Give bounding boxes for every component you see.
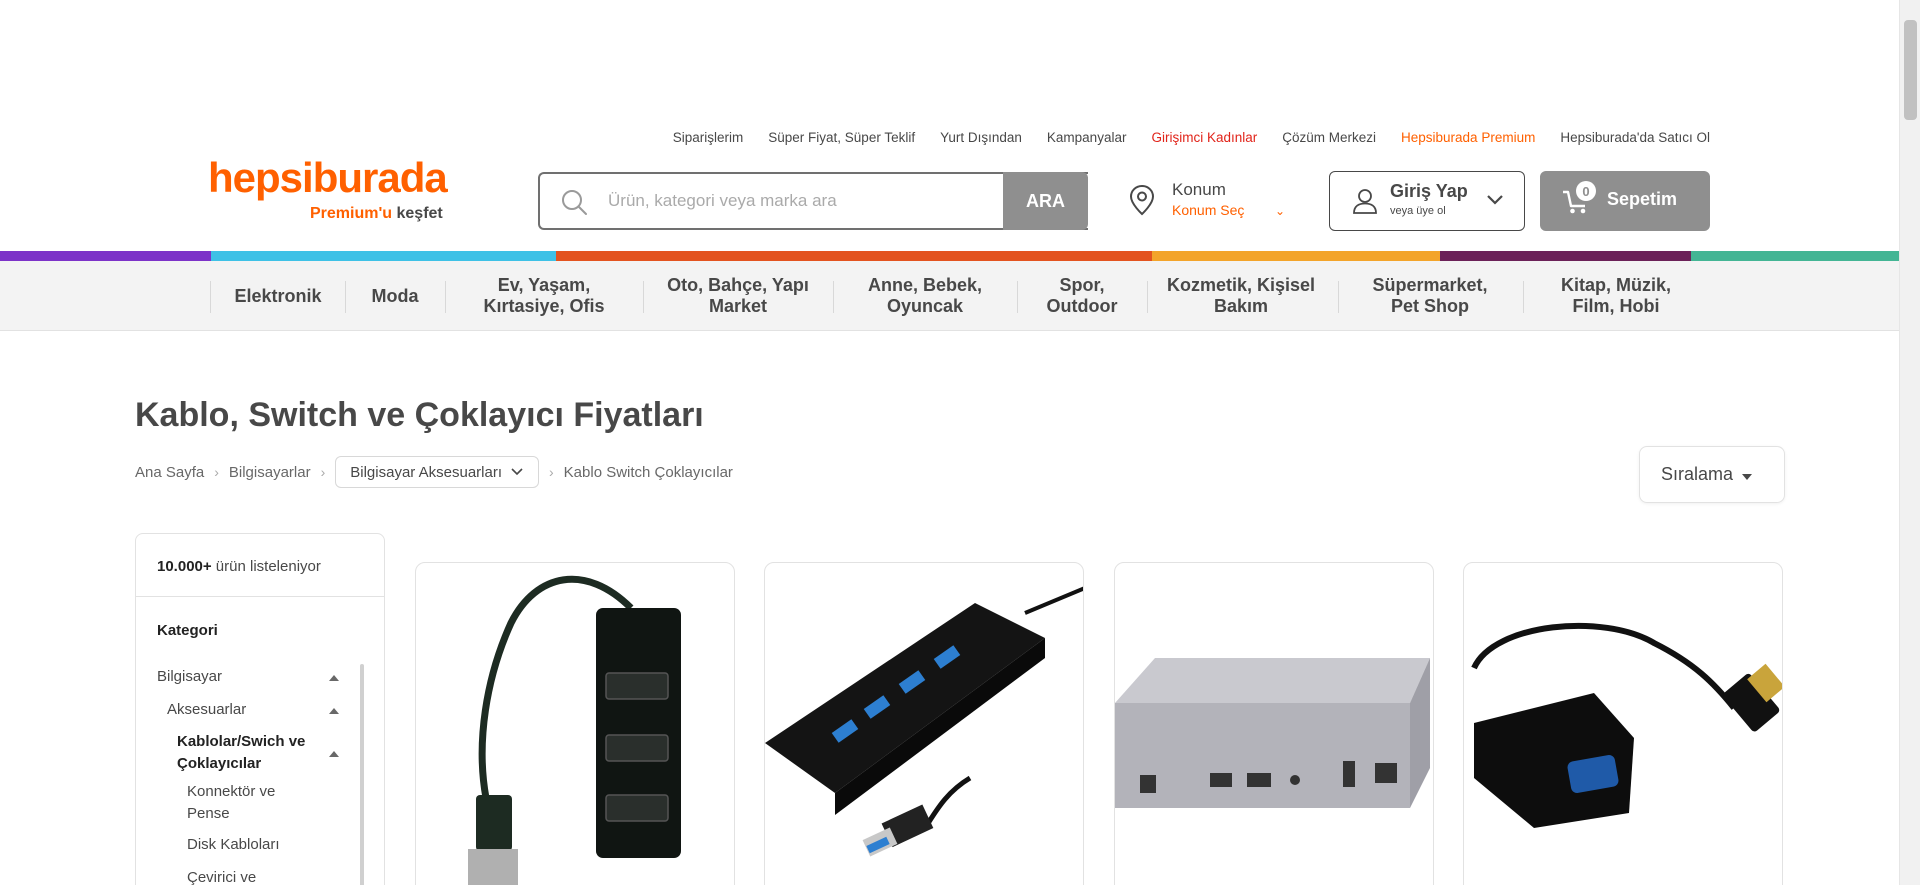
sort-dropdown[interactable]: Sıralama [1639, 446, 1785, 503]
result-count-number: 10.000+ [157, 558, 212, 575]
nav-divider [1338, 281, 1339, 313]
location-pin-icon [1129, 184, 1155, 216]
nav-item-supermarket[interactable]: Süpermarket, Pet Shop [1360, 261, 1500, 331]
product-image-usb3-hub [765, 586, 1083, 857]
top-link[interactable]: Çözüm Merkezi [1282, 130, 1376, 145]
stripe-segment [1152, 251, 1440, 261]
cart-label: Sepetim [1607, 189, 1678, 209]
nav-item-moda[interactable]: Moda [350, 261, 440, 331]
scrollbar-thumb[interactable] [1904, 20, 1917, 120]
breadcrumb-current: Kablo Switch Çoklayıcılar [563, 463, 733, 481]
nav-divider [833, 281, 834, 313]
stripe-segment [211, 251, 556, 261]
nav-divider [1523, 281, 1524, 313]
result-count: 10.000+ ürün listeleniyor [157, 558, 321, 575]
caret-up-icon[interactable] [329, 708, 339, 714]
nav-item-anne-bebek[interactable]: Anne, Bebek, Oyuncak [858, 261, 992, 331]
logo-text: hepsiburada [208, 154, 448, 201]
cart-count-badge: 0 [1576, 181, 1596, 201]
nav-item-ev-yasam[interactable]: Ev, Yaşam, Kırtasiye, Ofis [465, 261, 623, 331]
cart-button[interactable]: 0 Sepetim [1540, 171, 1710, 231]
login-button[interactable]: Giriş Yap veya üye ol [1329, 171, 1525, 231]
product-card[interactable] [1114, 562, 1434, 885]
logo-tagline[interactable]: Premium'u keşfet [310, 205, 443, 223]
stripe-segment [1691, 251, 1899, 261]
category-item-cevirici[interactable]: Çevirici ve [187, 867, 256, 885]
logo-tagline-premium: Premium'u [310, 205, 393, 222]
top-link[interactable]: Hepsiburada Premium [1401, 130, 1535, 145]
nav-divider [445, 281, 446, 313]
divider [136, 596, 384, 597]
top-link[interactable]: Hepsiburada'da Satıcı Ol [1560, 130, 1710, 145]
category-item-kablolar[interactable]: Kablolar/Swich ve Çoklayıcılar [177, 731, 317, 775]
filter-sidebar: 10.000+ ürün listeleniyor Kategori Bilgi… [135, 533, 385, 885]
location-title: Konum [1172, 180, 1226, 199]
search-button[interactable]: ARA [1003, 172, 1088, 230]
hepsiburada-logo[interactable]: hepsiburada Premium'u keşfet [208, 154, 448, 223]
nav-divider [643, 281, 644, 313]
nav-item-kitap-muzik[interactable]: Kitap, Müzik, Film, Hobi [1542, 261, 1690, 331]
brand-color-stripe [0, 251, 1899, 261]
caret-down-icon [1742, 474, 1752, 480]
chevron-down-icon [1487, 195, 1503, 205]
breadcrumb: Ana Sayfa › Bilgisayarlar › Bilgisayar A… [135, 456, 733, 488]
nav-divider [1147, 281, 1148, 313]
nav-item-oto-bahce[interactable]: Oto, Bahçe, Yapı Market [660, 261, 816, 331]
product-image-kvm-extender [1115, 658, 1430, 808]
chevron-right-icon: › [549, 464, 554, 480]
top-link[interactable]: Girişimci Kadınlar [1151, 130, 1257, 145]
chevron-right-icon: › [214, 464, 219, 480]
category-filter-heading: Kategori [157, 622, 218, 639]
product-image-hdmi-vga-adapter [1471, 622, 1782, 828]
nav-divider [210, 281, 211, 313]
location-subtitle: Konum Seç [1172, 202, 1245, 218]
top-link[interactable]: Siparişlerim [673, 130, 744, 145]
product-card[interactable] [415, 562, 735, 885]
stripe-segment [1440, 251, 1691, 261]
stripe-segment [0, 251, 211, 261]
top-link[interactable]: Süper Fiyat, Süper Teklif [768, 130, 915, 145]
search-input[interactable] [608, 176, 1008, 226]
category-item-aksesuarlar[interactable]: Aksesuarlar [167, 699, 246, 721]
logo-tagline-discover: keşfet [396, 205, 443, 222]
stripe-segment [556, 251, 1152, 261]
login-title: Giriş Yap [1390, 181, 1468, 201]
top-links: Siparişlerim Süper Fiyat, Süper Teklif Yur… [648, 130, 1710, 145]
breadcrumb-dropdown[interactable]: Bilgisayar Aksesuarları [335, 456, 539, 488]
nav-item-kozmetik[interactable]: Kozmetik, Kişisel Bakım [1166, 261, 1316, 331]
result-count-text: ürün listeleniyor [211, 558, 321, 575]
top-link[interactable]: Kampanyalar [1047, 130, 1127, 145]
sidebar-scrollbar[interactable] [360, 664, 364, 885]
nav-item-spor[interactable]: Spor, Outdoor [1040, 261, 1124, 331]
product-image-usb-hub [468, 575, 681, 885]
user-icon [1353, 189, 1377, 214]
breadcrumb-dropdown-label: Bilgisayar Aksesuarları [350, 463, 502, 481]
location-selector[interactable]: Konum Konum Seç ⌄ [1128, 178, 1293, 228]
breadcrumb-computers[interactable]: Bilgisayarlar [229, 464, 311, 481]
category-item-disk-kablolari[interactable]: Disk Kabloları [187, 834, 280, 856]
nav-divider [1017, 281, 1018, 313]
nav-divider [345, 281, 346, 313]
chevron-right-icon: › [320, 464, 326, 480]
product-card[interactable] [764, 562, 1084, 885]
category-item-bilgisayar[interactable]: Bilgisayar [157, 666, 222, 688]
top-link[interactable]: Yurt Dışından [940, 130, 1022, 145]
login-subtitle: veya üye ol [1390, 205, 1446, 217]
chevron-down-icon: ⌄ [1275, 204, 1286, 218]
category-item-konnektor[interactable]: Konnektör ve Pense [187, 781, 297, 825]
chevron-down-icon [511, 468, 523, 476]
breadcrumb-home[interactable]: Ana Sayfa [135, 464, 204, 481]
caret-up-icon[interactable] [329, 675, 339, 681]
category-navigation: Elektronik Moda Ev, Yaşam, Kırtasiye, Of… [0, 261, 1899, 331]
caret-up-icon[interactable] [329, 751, 339, 757]
product-card[interactable] [1463, 562, 1783, 885]
sort-label: Sıralama [1661, 464, 1734, 484]
nav-item-elektronik[interactable]: Elektronik [218, 261, 338, 331]
search-icon [562, 190, 587, 215]
page-scrollbar[interactable] [1899, 0, 1920, 885]
page-title: Kablo, Switch ve Çoklayıcı Fiyatları [135, 396, 704, 434]
